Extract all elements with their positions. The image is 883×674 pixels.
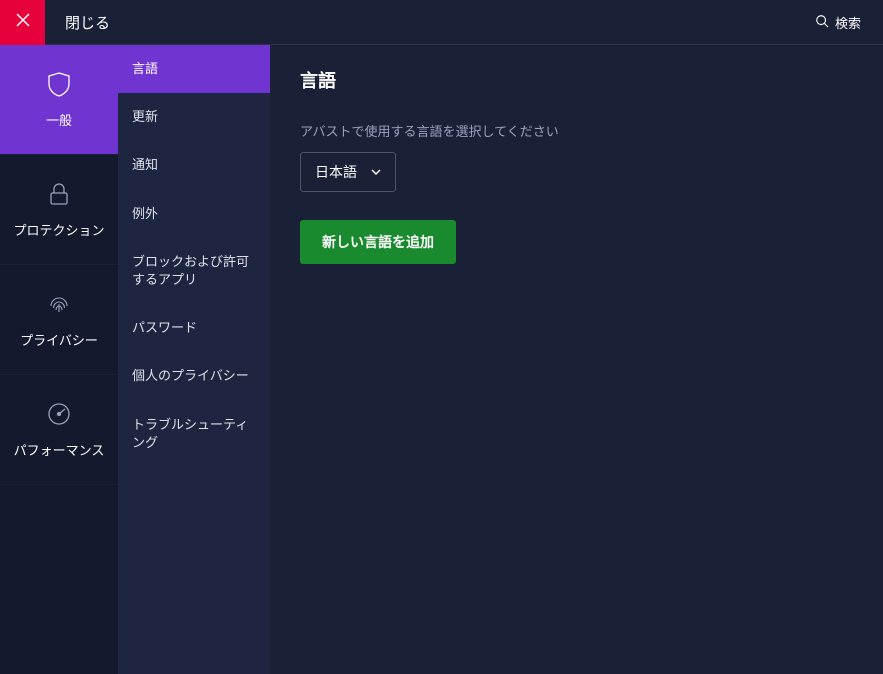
gauge-icon xyxy=(45,400,73,428)
left-nav-item-privacy[interactable]: プライバシー xyxy=(0,265,118,375)
left-nav-label: 一般 xyxy=(46,110,72,129)
language-select[interactable]: 日本語 xyxy=(300,152,396,192)
left-nav-item-protection[interactable]: プロテクション xyxy=(0,155,118,265)
search-label: 検索 xyxy=(835,13,861,32)
left-nav-label: パフォーマンス xyxy=(14,440,105,459)
close-label: 閉じる xyxy=(65,12,110,33)
language-select-value: 日本語 xyxy=(315,162,357,182)
left-nav-item-general[interactable]: 一般 xyxy=(0,45,118,155)
sub-nav-item-personal-privacy[interactable]: 個人のプライバシー xyxy=(118,352,270,400)
sub-nav: 言語 更新 通知 例外 ブロックおよび許可するアプリ パスワード 個人のプライバ… xyxy=(118,45,270,674)
header: 閉じる 検索 xyxy=(0,0,883,45)
main-description: アバストで使用する言語を選択してください xyxy=(300,121,853,140)
close-icon xyxy=(16,13,30,32)
add-language-button[interactable]: 新しい言語を追加 xyxy=(300,220,456,264)
shield-icon xyxy=(45,70,73,98)
body: 一般 プロテクション プライバシー xyxy=(0,45,883,674)
fingerprint-icon xyxy=(45,290,73,318)
lock-icon xyxy=(45,180,73,208)
sub-nav-item-update[interactable]: 更新 xyxy=(118,93,270,141)
left-nav: 一般 プロテクション プライバシー xyxy=(0,45,118,674)
left-nav-label: プロテクション xyxy=(13,220,104,239)
sub-nav-item-notifications[interactable]: 通知 xyxy=(118,141,270,189)
sub-nav-item-password[interactable]: パスワード xyxy=(118,304,270,352)
sub-nav-item-troubleshooting[interactable]: トラブルシューティング xyxy=(118,401,270,467)
left-nav-item-performance[interactable]: パフォーマンス xyxy=(0,375,118,485)
sub-nav-item-blocked-allowed-apps[interactable]: ブロックおよび許可するアプリ xyxy=(118,238,270,304)
search-icon xyxy=(815,14,829,31)
left-nav-label: プライバシー xyxy=(20,330,98,349)
chevron-down-icon xyxy=(371,164,381,180)
sub-nav-item-exceptions[interactable]: 例外 xyxy=(118,190,270,238)
sub-nav-item-language[interactable]: 言語 xyxy=(118,45,270,93)
main-panel: 言語 アバストで使用する言語を選択してください 日本語 新しい言語を追加 xyxy=(270,45,883,674)
search-button[interactable]: 検索 xyxy=(815,13,861,32)
main-title: 言語 xyxy=(300,67,853,93)
close-button[interactable] xyxy=(0,0,45,45)
